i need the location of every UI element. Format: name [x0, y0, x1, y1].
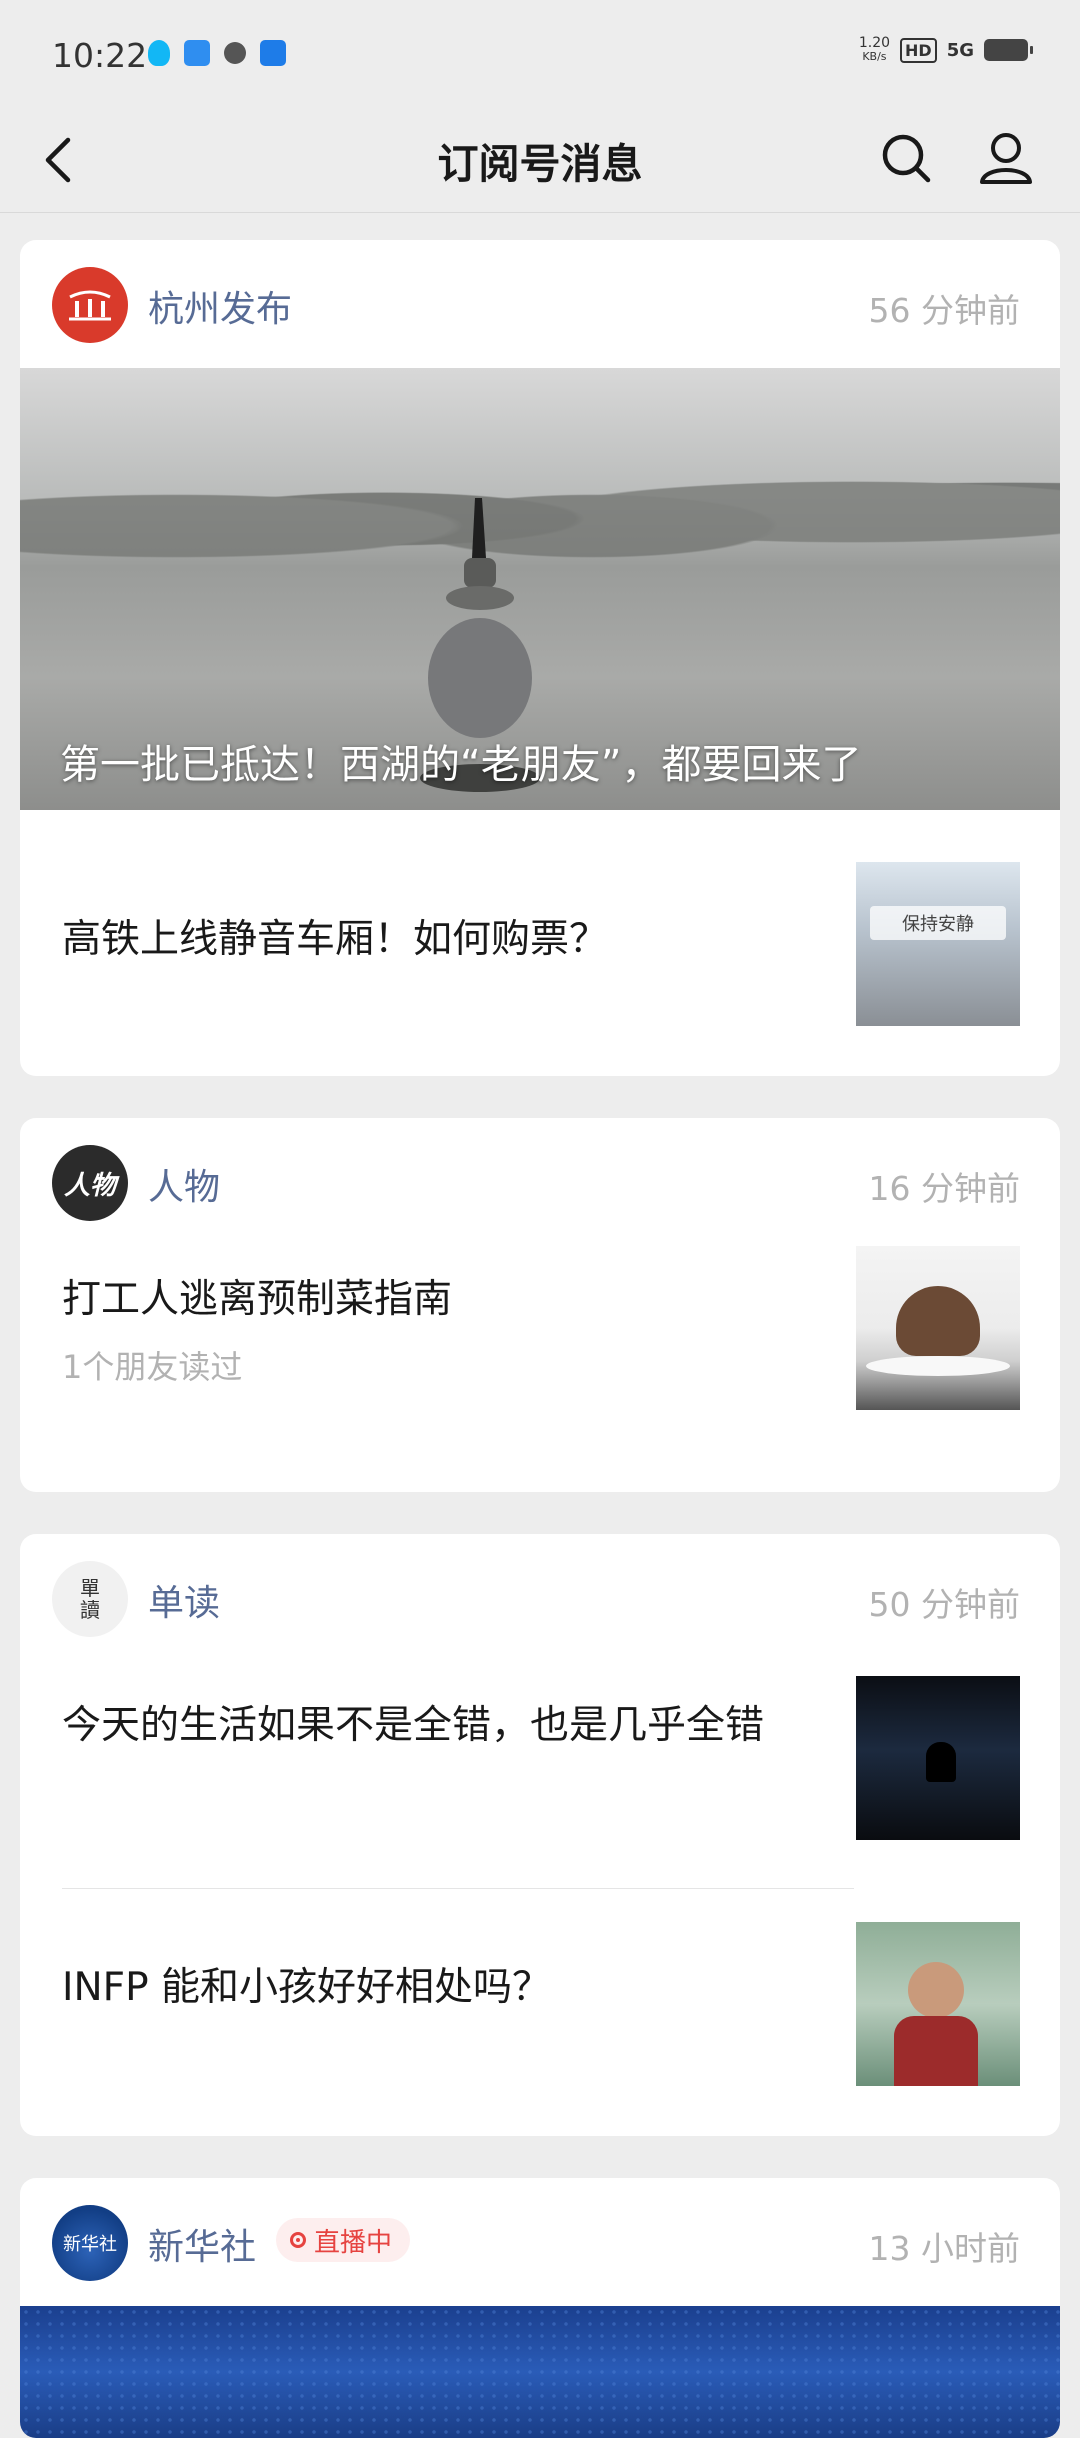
avatar[interactable]: 單 讀	[52, 1561, 128, 1637]
article-title: 打工人逃离预制菜指南	[62, 1277, 453, 1322]
subscription-card: 單 讀 单读 50 分钟前 今天的生活如果不是全错，也是几乎全错 INFP 能和…	[20, 1534, 1060, 2136]
avatar[interactable]: 人物	[52, 1145, 128, 1221]
account-name[interactable]: 人物	[148, 1158, 220, 1210]
article-title: 今天的生活如果不是全错，也是几乎全错	[62, 1703, 765, 1748]
net-speed-unit: KB/s	[862, 50, 887, 63]
article-friend-read: 1个朋友读过	[62, 1348, 243, 1386]
user-icon	[980, 133, 1032, 184]
article-thumbnail	[856, 1246, 1020, 1410]
live-badge[interactable]: 直播中	[276, 2218, 411, 2262]
publish-time: 56 分钟前	[868, 291, 1020, 330]
profile-button[interactable]	[974, 126, 1038, 190]
hero-title: 第一批已抵达！西湖的“老朋友”，都要回来了	[60, 742, 862, 788]
thumb-figure	[896, 1286, 980, 1356]
avatar-char: 讀	[80, 1598, 100, 1622]
subscription-card: 新华社 新华社 直播中 13 小时前	[20, 2178, 1060, 2438]
avatar-text: 新华社	[63, 2234, 117, 2255]
signal-icon: 5G	[946, 39, 974, 61]
search-icon	[882, 134, 931, 183]
article-item[interactable]: 今天的生活如果不是全错，也是几乎全错	[20, 1662, 1060, 1890]
status-right: 1.20 KB/s HD 5G	[859, 36, 1033, 64]
status-time: 10:22	[52, 36, 148, 75]
live-label: 直播中	[314, 2227, 393, 2258]
avatar[interactable]	[52, 267, 128, 343]
article-item[interactable]: 高铁上线静音车厢！如何购票？ 保持安静	[20, 810, 1060, 1076]
hd-icon: HD	[900, 37, 937, 63]
app-icon	[260, 40, 286, 66]
hero-image-trees	[20, 428, 1060, 568]
divider	[62, 1888, 854, 1889]
card-header[interactable]: 新华社 新华社 直播中 13 小时前	[20, 2178, 1060, 2306]
account-name[interactable]: 新华社	[148, 2218, 256, 2270]
nav-bar: 订阅号消息	[0, 108, 1080, 213]
hero-image-pattern	[20, 2306, 1060, 2438]
thumb-face	[908, 1962, 964, 2018]
article-thumbnail	[856, 1676, 1020, 1840]
hangzhou-logo-icon	[69, 290, 111, 321]
qq-icon	[148, 40, 170, 66]
avatar[interactable]: 新华社	[52, 2205, 128, 2281]
thumb-caption: 保持安静	[870, 906, 1006, 940]
subscription-card: 人物 人物 16 分钟前 打工人逃离预制菜指南 1个朋友读过	[20, 1118, 1060, 1492]
battery-icon	[984, 39, 1033, 61]
net-speed-value: 1.20	[858, 35, 891, 51]
article-title: INFP 能和小孩好好相处吗？	[62, 1965, 552, 2010]
search-button[interactable]	[874, 126, 938, 190]
account-name[interactable]: 杭州发布	[148, 280, 292, 332]
account-name[interactable]: 单读	[148, 1574, 220, 1626]
article-item[interactable]: INFP 能和小孩好好相处吗？	[20, 1890, 1060, 2122]
card-header[interactable]: 人物 人物 16 分钟前	[20, 1118, 1060, 1246]
card-header[interactable]: 單 讀 单读 50 分钟前	[20, 1534, 1060, 1662]
article-item[interactable]: 打工人逃离预制菜指南 1个朋友读过	[20, 1246, 1060, 1492]
article-thumbnail: 保持安静	[856, 862, 1020, 1026]
message-icon	[184, 40, 210, 66]
thumb-silhouette	[926, 1742, 956, 1782]
publish-time: 16 分钟前	[868, 1169, 1020, 1208]
article-title: 高铁上线静音车厢！如何购票？	[62, 917, 609, 962]
publish-time: 50 分钟前	[868, 1585, 1020, 1624]
hero-article[interactable]: 第一批已抵达！西湖的“老朋友”，都要回来了	[20, 368, 1060, 810]
live-icon	[290, 2232, 306, 2248]
article-thumbnail	[856, 1922, 1020, 2086]
subscription-card: 杭州发布 56 分钟前 第一批已抵达！西湖的“老朋友”，都要回来了 高铁上线静音…	[20, 240, 1060, 1076]
card-header[interactable]: 杭州发布 56 分钟前	[20, 240, 1060, 368]
avatar-char: 單	[80, 1576, 100, 1600]
notification-icons	[148, 40, 286, 66]
thumb-shirt	[894, 2016, 978, 2086]
thumb-plate	[866, 1356, 1010, 1376]
status-bar: 10:22 1.20 KB/s HD 5G	[0, 0, 1080, 108]
hero-article[interactable]	[20, 2306, 1060, 2438]
settings-icon	[224, 42, 246, 64]
net-speed: 1.20 KB/s	[859, 36, 890, 64]
publish-time: 13 小时前	[868, 2229, 1020, 2268]
